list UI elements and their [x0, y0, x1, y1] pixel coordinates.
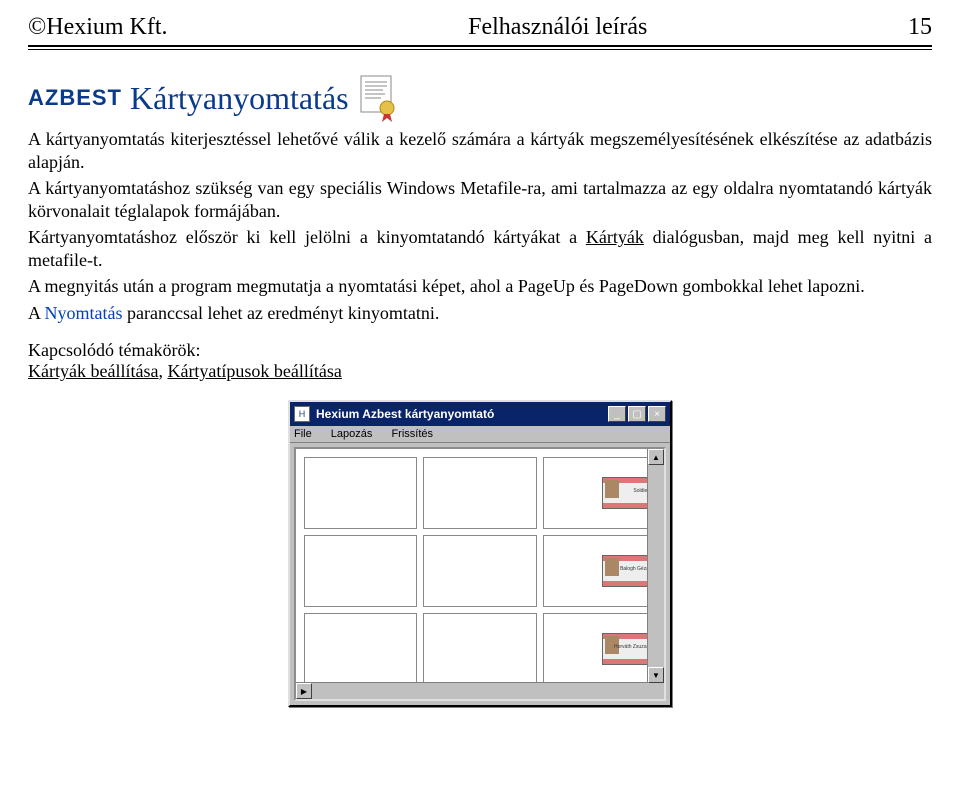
link-kartyatipusok-beallitasa[interactable]: Kártyatípusok beállítása: [167, 361, 341, 381]
menu-frissites[interactable]: Frissítés: [391, 428, 433, 440]
scroll-down-button[interactable]: ▼: [648, 667, 664, 683]
header-rule-thick: [28, 45, 932, 47]
card-slot: Balogh Géza: [543, 535, 656, 607]
titlebar[interactable]: H Hexium Azbest kártyanyomtató _ ▢ ×: [290, 402, 670, 426]
certificate-icon: [357, 74, 399, 122]
paragraph-5a: A: [28, 303, 45, 323]
client-area: Soldier Balogh Géza Horváth Zsuzsa ▲ ▼ ◀ ▶: [294, 447, 666, 701]
related-links: Kártyák beállítása, Kártyatípusok beállí…: [28, 361, 932, 382]
card-preview: Horváth Zsuzsa: [602, 633, 652, 665]
minimize-button[interactable]: _: [608, 406, 626, 422]
related-topics: Kapcsolódó témakörök: Kártyák beállítása…: [28, 340, 932, 382]
header-rule-thin: [28, 49, 932, 50]
paragraph-5: A Nyomtatás paranccsal lehet az eredmény…: [28, 302, 932, 325]
horizontal-scrollbar[interactable]: ◀ ▶: [296, 682, 648, 699]
header-title: Felhasználói leírás: [468, 14, 647, 41]
card-preview: Soldier: [602, 477, 652, 509]
card-slot: [423, 457, 536, 529]
app-window: H Hexium Azbest kártyanyomtató _ ▢ × Fil…: [288, 400, 672, 707]
menubar: File Lapozás Frissítés: [290, 426, 670, 443]
card-slot: [304, 613, 417, 685]
paragraph-3a: Kártyanyomtatáshoz először ki kell jelöl…: [28, 227, 586, 247]
vertical-scrollbar[interactable]: ▲ ▼: [647, 449, 664, 683]
scroll-up-button[interactable]: ▲: [648, 449, 664, 465]
card-slot: [423, 613, 536, 685]
link-kartyak-beallitasa[interactable]: Kártyák beállítása: [28, 361, 158, 381]
card-slot: [304, 457, 417, 529]
maximize-button[interactable]: ▢: [628, 406, 646, 422]
paragraph-2: A kártyanyomtatáshoz szükség van egy spe…: [28, 177, 932, 222]
scroll-right-button[interactable]: ▶: [296, 683, 312, 699]
paragraph-4: A megnyitás után a program megmutatja a …: [28, 275, 932, 298]
close-button[interactable]: ×: [648, 406, 666, 422]
scroll-corner: [648, 683, 664, 699]
page-header: ©Hexium Kft. Felhasználói leírás 15: [28, 14, 932, 41]
paragraph-5c: paranccsal lehet az eredményt kinyomtatn…: [123, 303, 440, 323]
card-slot: [423, 535, 536, 607]
card-name: Horváth Zsuzsa: [614, 644, 649, 650]
card-slot: Horváth Zsuzsa: [543, 613, 656, 685]
card-name: Balogh Géza: [620, 566, 649, 572]
menu-lapozas[interactable]: Lapozás: [331, 428, 373, 440]
cards-grid: Soldier Balogh Géza Horváth Zsuzsa: [296, 449, 664, 693]
app-icon: H: [294, 406, 310, 422]
section-title: AZBEST Kártyanyomtatás: [28, 74, 932, 122]
brand-logo-text: AZBEST: [28, 85, 122, 111]
card-slot: Soldier: [543, 457, 656, 529]
card-preview: Balogh Géza: [602, 555, 652, 587]
command-nyomtatas: Nyomtatás: [45, 303, 123, 323]
header-page-number: 15: [908, 14, 932, 41]
paragraph-1: A kártyanyomtatás kiterjesztéssel lehető…: [28, 128, 932, 173]
window-title: Hexium Azbest kártyanyomtató: [316, 407, 606, 421]
menu-file[interactable]: File: [294, 428, 312, 440]
header-copyright: ©Hexium Kft.: [28, 14, 168, 41]
link-kartyak[interactable]: Kártyák: [586, 227, 644, 247]
paragraph-3: Kártyanyomtatáshoz először ki kell jelöl…: [28, 226, 932, 271]
section-title-text: Kártyanyomtatás: [130, 80, 349, 117]
related-heading: Kapcsolódó témakörök:: [28, 340, 932, 361]
card-slot: [304, 535, 417, 607]
